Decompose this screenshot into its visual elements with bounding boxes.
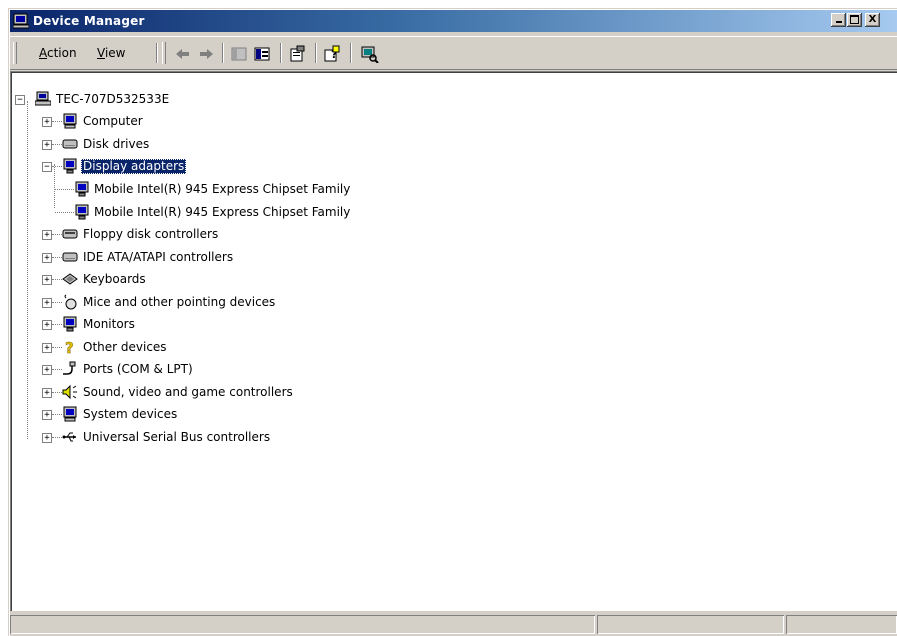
maximize-icon bbox=[850, 15, 859, 24]
computer-monitor-icon bbox=[13, 13, 29, 29]
monitor-icon bbox=[63, 316, 77, 332]
expand-toggle[interactable]: + bbox=[42, 343, 52, 353]
svg-text:?: ? bbox=[65, 339, 74, 355]
expand-toggle[interactable]: + bbox=[42, 320, 52, 330]
usb-icon bbox=[62, 432, 76, 442]
tree-connector bbox=[52, 324, 62, 325]
tree-connector bbox=[52, 234, 62, 235]
scan-hardware-icon[interactable] bbox=[359, 45, 379, 63]
tree-connector bbox=[52, 437, 62, 438]
status-pane bbox=[786, 615, 897, 634]
maximize-button[interactable] bbox=[847, 13, 862, 27]
speaker-icon bbox=[62, 384, 77, 400]
tree-item-label: System devices bbox=[83, 407, 178, 421]
show-hide-console-tree-icon[interactable] bbox=[229, 45, 249, 63]
system-device-icon bbox=[63, 406, 77, 422]
port-icon bbox=[63, 361, 76, 375]
close-icon: X bbox=[868, 14, 877, 25]
status-pane bbox=[10, 615, 595, 634]
tree-connector bbox=[52, 369, 62, 370]
toolbar: Action View ? bbox=[10, 36, 897, 70]
tree-item-label: Mice and other pointing devices bbox=[83, 295, 276, 309]
tree-item-label: Display adapters bbox=[81, 159, 187, 174]
menu-view-label: View bbox=[97, 46, 126, 60]
display-adapter-icon bbox=[75, 181, 89, 197]
toolbar-separator bbox=[280, 43, 282, 63]
display-adapter-icon bbox=[63, 158, 77, 174]
expand-toggle[interactable]: + bbox=[42, 298, 52, 308]
tree-connector bbox=[52, 302, 62, 303]
expand-toggle[interactable]: + bbox=[42, 253, 52, 263]
toolbar-grip[interactable] bbox=[162, 42, 166, 64]
status-pane bbox=[597, 615, 784, 634]
minimize-button[interactable] bbox=[831, 13, 846, 27]
tree-connector bbox=[52, 121, 62, 122]
help-icon[interactable]: ? bbox=[322, 45, 342, 63]
title-bar[interactable]: Device Manager X bbox=[10, 10, 897, 32]
toolbar-separator bbox=[156, 43, 158, 63]
toolbar-grip[interactable] bbox=[13, 42, 17, 64]
mouse-icon bbox=[64, 294, 77, 310]
keyboard-icon bbox=[62, 273, 78, 285]
toolbar-separator bbox=[222, 43, 224, 63]
tree-item-label: Monitors bbox=[83, 317, 135, 331]
tree-item-label: Keyboards bbox=[83, 272, 146, 286]
tree-connector bbox=[52, 257, 62, 258]
expand-toggle[interactable]: + bbox=[42, 388, 52, 398]
tree-connector bbox=[55, 212, 74, 213]
tree-connector bbox=[52, 392, 62, 393]
tree-connector bbox=[52, 414, 62, 415]
toolbar-separator bbox=[350, 43, 352, 63]
ide-controller-icon bbox=[62, 252, 78, 262]
window-title: Device Manager bbox=[33, 14, 145, 28]
tree-item-label: Universal Serial Bus controllers bbox=[83, 430, 271, 444]
device-tree[interactable]: − TEC-707D532533E + Computer + Disk driv… bbox=[10, 71, 897, 611]
tree-connector bbox=[52, 144, 62, 145]
minimize-icon bbox=[835, 21, 842, 23]
expand-toggle[interactable]: + bbox=[42, 433, 52, 443]
tree-item-label: Mobile Intel(R) 945 Express Chipset Fami… bbox=[94, 205, 351, 219]
tree-item-label: Ports (COM & LPT) bbox=[83, 362, 193, 376]
floppy-controller-icon bbox=[62, 229, 78, 239]
close-button[interactable]: X bbox=[865, 13, 880, 27]
collapse-toggle[interactable]: − bbox=[15, 95, 25, 105]
tree-root-label: TEC-707D532533E bbox=[56, 92, 170, 106]
tree-item-label: Other devices bbox=[83, 340, 167, 354]
disk-drive-icon bbox=[62, 139, 78, 149]
computer-icon bbox=[35, 91, 51, 106]
forward-arrow-icon[interactable] bbox=[196, 45, 216, 63]
tree-item-label: Disk drives bbox=[83, 137, 150, 151]
expand-toggle[interactable]: + bbox=[42, 230, 52, 240]
tree-item-label: Floppy disk controllers bbox=[83, 227, 219, 241]
device-manager-window: Device Manager X Action View ? − TEC-707… bbox=[8, 8, 897, 636]
expand-toggle[interactable]: + bbox=[42, 365, 52, 375]
expand-toggle[interactable]: + bbox=[42, 410, 52, 420]
expand-toggle[interactable]: + bbox=[42, 275, 52, 285]
tree-item-label: IDE ATA/ATAPI controllers bbox=[83, 250, 234, 264]
expand-toggle[interactable]: + bbox=[42, 117, 52, 127]
computer-icon bbox=[63, 113, 77, 129]
tree-connector bbox=[27, 101, 28, 439]
back-arrow-icon[interactable] bbox=[173, 45, 193, 63]
question-mark-icon: ? bbox=[65, 339, 74, 355]
tree-item-label: Sound, video and game controllers bbox=[83, 385, 293, 399]
menu-view[interactable]: View bbox=[97, 46, 125, 60]
status-bar bbox=[10, 613, 897, 636]
menu-action[interactable]: Action bbox=[39, 46, 77, 60]
toolbar-separator bbox=[315, 43, 317, 63]
tree-connector bbox=[55, 189, 74, 190]
tree-item-label: Computer bbox=[83, 114, 143, 128]
tree-connector bbox=[52, 279, 62, 280]
tree-connector bbox=[52, 166, 62, 167]
collapse-toggle[interactable]: − bbox=[42, 162, 52, 172]
export-list-icon[interactable] bbox=[252, 45, 272, 63]
expand-toggle[interactable]: + bbox=[42, 140, 52, 150]
display-adapter-icon bbox=[75, 204, 89, 220]
tree-connector bbox=[54, 164, 55, 208]
tree-item-label: Mobile Intel(R) 945 Express Chipset Fami… bbox=[94, 182, 351, 196]
menu-action-label: Action bbox=[39, 46, 77, 60]
tree-connector bbox=[52, 347, 62, 348]
properties-icon[interactable] bbox=[287, 45, 307, 63]
